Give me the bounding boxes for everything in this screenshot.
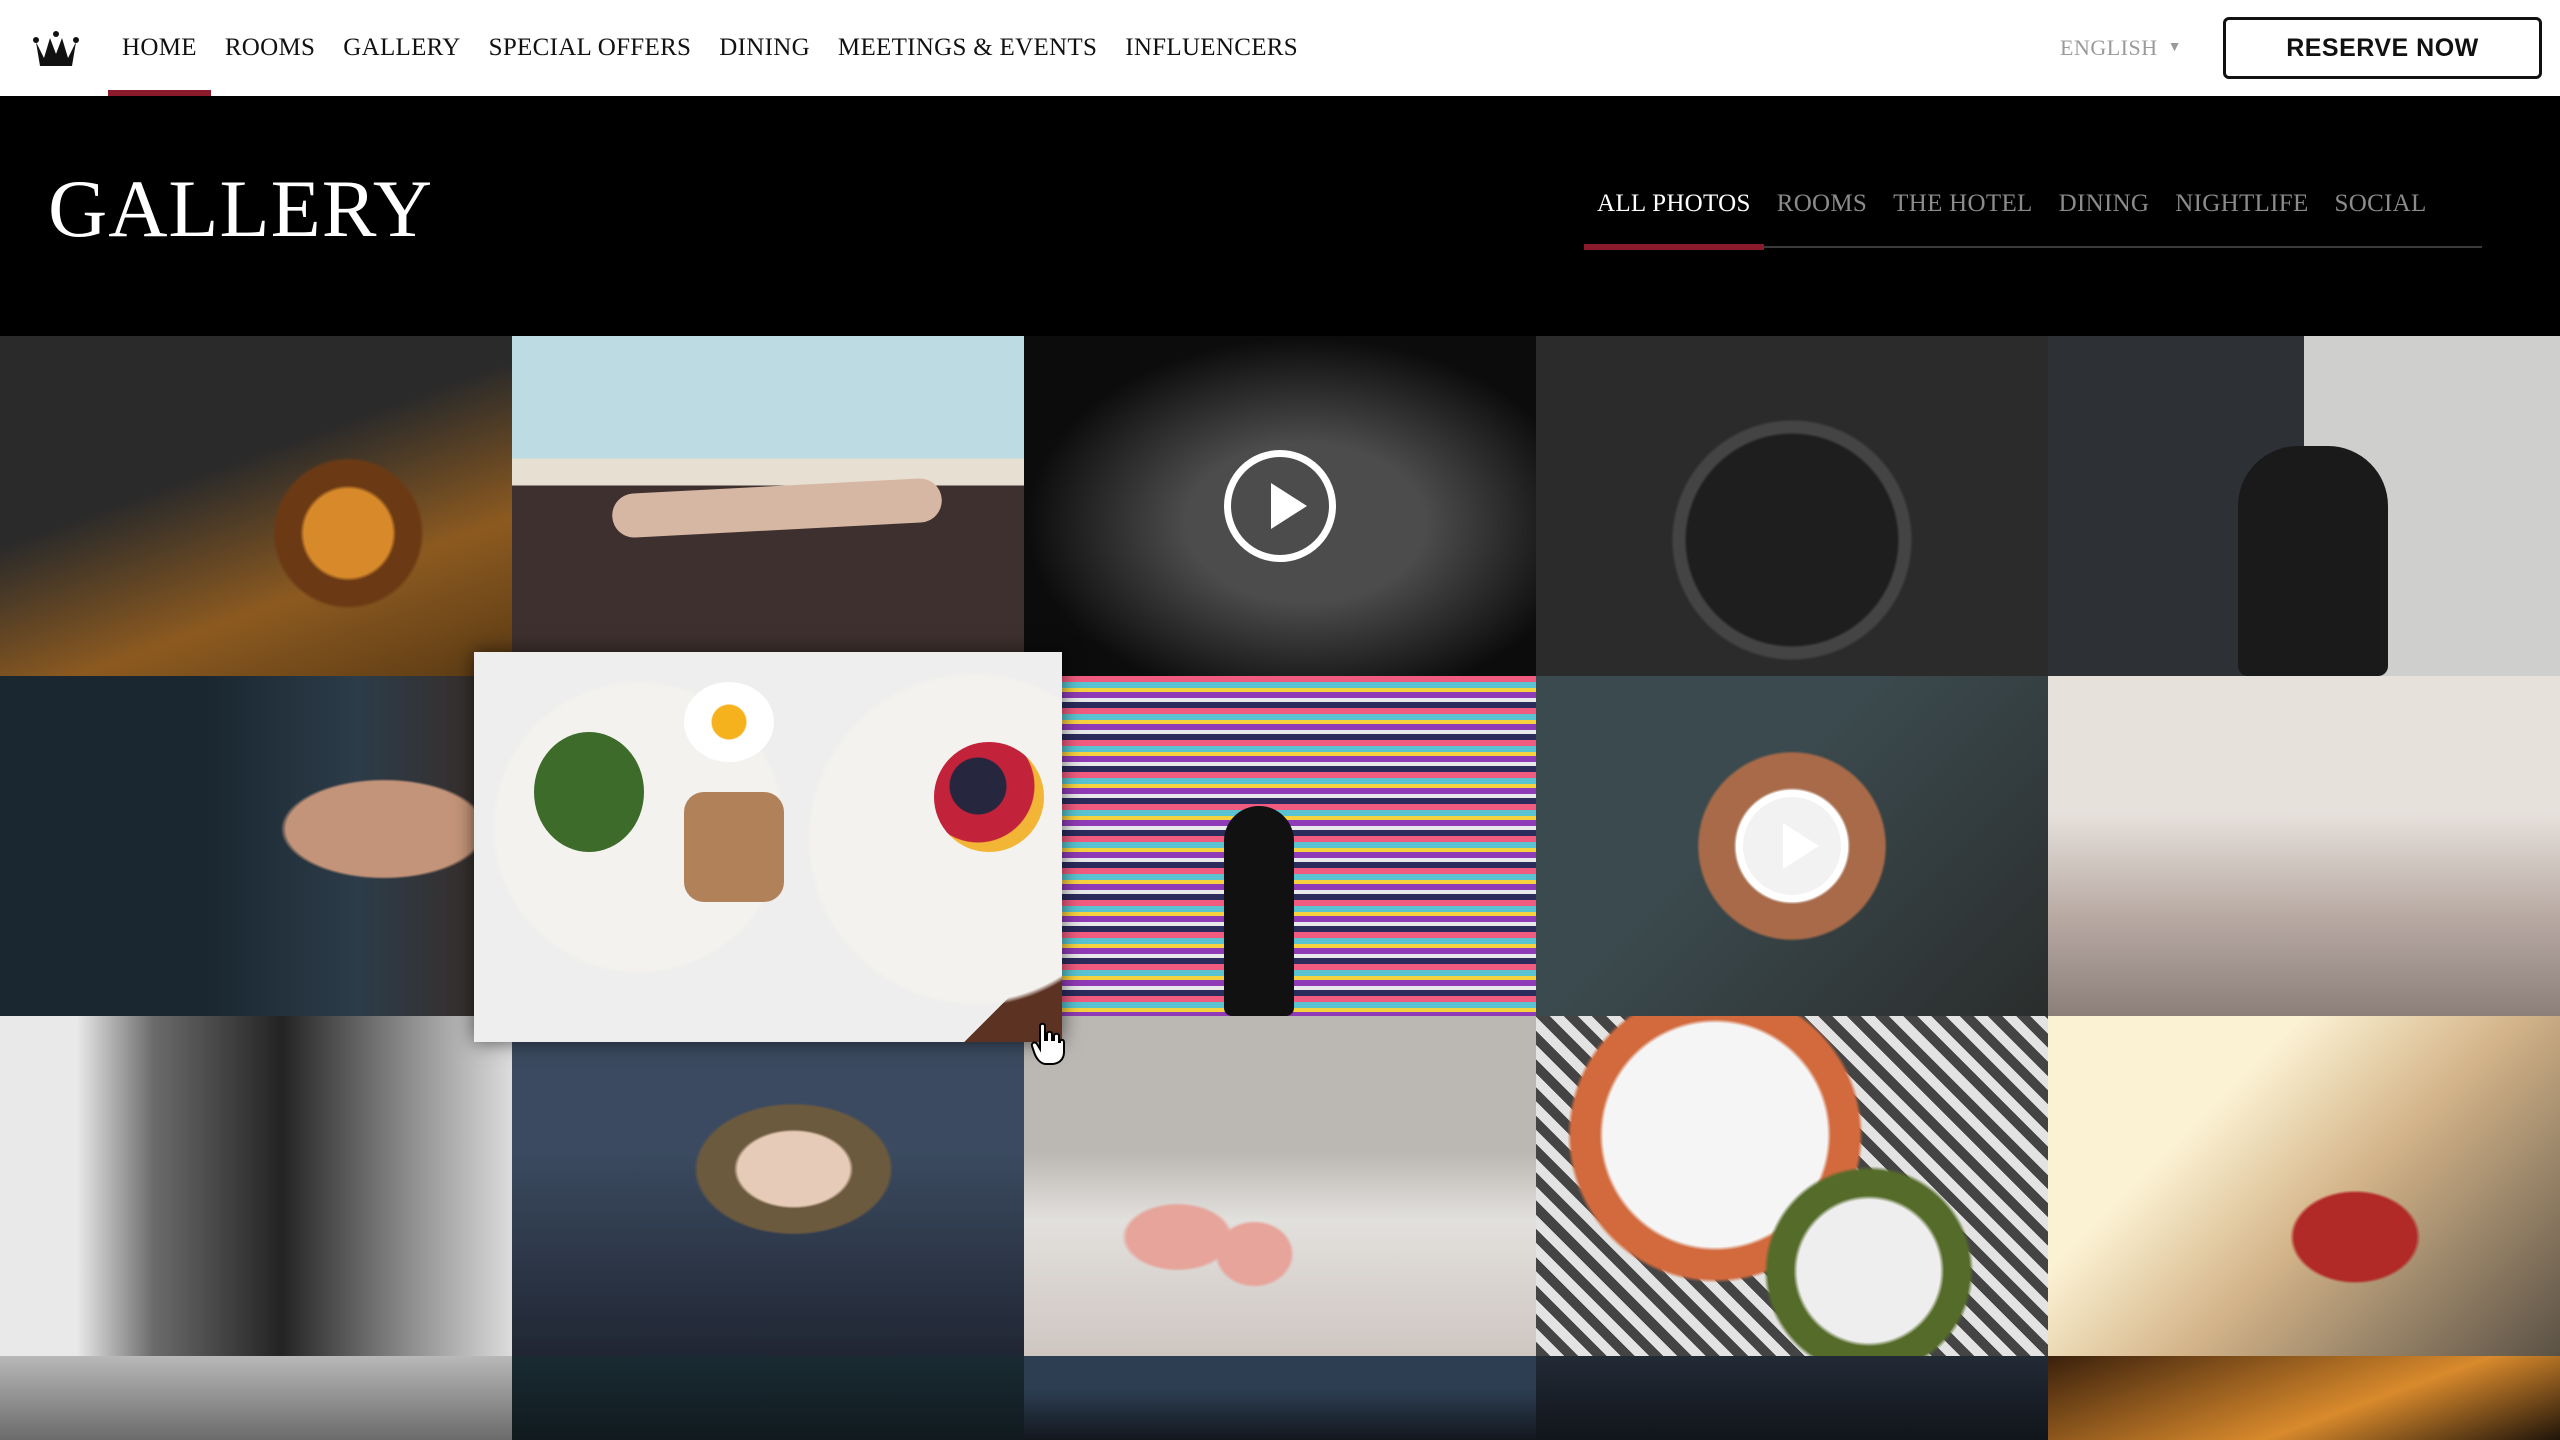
play-icon[interactable]	[1736, 790, 1848, 902]
gallery-tile-cocktails[interactable]	[1024, 1016, 1536, 1356]
caret-down-icon: ▼	[2167, 40, 2182, 55]
gallery-tile-amber-light[interactable]	[2048, 1356, 2560, 1440]
tab-social[interactable]: SOCIAL	[2322, 176, 2440, 248]
reserve-now-button[interactable]: RESERVE NOW	[2223, 17, 2542, 79]
nav-rooms[interactable]: ROOMS	[211, 0, 329, 96]
nav-meetings-events-label: MEETINGS & EVENTS	[837, 34, 1098, 61]
gallery-tile-city-night[interactable]	[1024, 1356, 1536, 1440]
main-menu: HOME ROOMS GALLERY SPECIAL OFFERS DINING…	[108, 0, 1312, 96]
gallery-tile-dessert-video[interactable]	[1536, 676, 2048, 1016]
hand-cursor-icon	[1030, 1022, 1065, 1065]
photo-subject	[934, 742, 1044, 852]
photo-subject	[611, 477, 943, 539]
gallery-tile-tower-night[interactable]	[1536, 1356, 2048, 1440]
gallery-tile-leather-jacket[interactable]	[0, 1016, 512, 1356]
tab-nightlife[interactable]: NIGHTLIFE	[2162, 176, 2321, 248]
top-navigation: HOME ROOMS GALLERY SPECIAL OFFERS DINING…	[0, 0, 2560, 96]
tab-all-photos[interactable]: ALL PHOTOS	[1584, 176, 1764, 250]
gallery-tile-striped-wall[interactable]	[1024, 676, 1536, 1016]
gallery-header: GALLERY ALL PHOTOS ROOMS THE HOTEL DININ…	[0, 96, 2560, 336]
photo-subject	[2238, 446, 2388, 676]
gallery-tile-woman-portrait[interactable]	[0, 676, 512, 1016]
photo-subject	[684, 682, 774, 762]
gallery-tile-magazine[interactable]	[512, 1356, 1024, 1440]
photo-subject	[684, 792, 784, 902]
gallery-tile-chocolate[interactable]	[1536, 336, 2048, 676]
nav-home-label: HOME	[122, 34, 197, 61]
gallery-tile-man-on-pier[interactable]	[2048, 1016, 2560, 1356]
nav-dining-label: DINING	[719, 34, 810, 61]
gallery-tile-fur-coat-model[interactable]	[512, 1016, 1024, 1356]
nav-special-offers-label: SPECIAL OFFERS	[488, 34, 692, 61]
gallery-tile-whiskey-pour[interactable]	[0, 336, 512, 676]
gallery-tile-bed-relaxing[interactable]	[2048, 676, 2560, 1016]
language-selector[interactable]: ENGLISH ▼	[2060, 32, 2182, 64]
nav-gallery[interactable]: GALLERY	[329, 0, 474, 96]
nav-home[interactable]: HOME	[108, 0, 211, 96]
gallery-tile-piano-video[interactable]	[1024, 336, 1536, 676]
page-title: GALLERY	[48, 163, 434, 254]
gallery-tile-breakfast-hovered[interactable]	[474, 652, 1062, 1042]
play-icon[interactable]	[1224, 450, 1336, 562]
tab-the-hotel[interactable]: THE HOTEL	[1880, 176, 2045, 248]
nav-influencers-label: INFLUENCERS	[1125, 34, 1298, 61]
gallery-tile-poolside[interactable]	[512, 336, 1024, 676]
gallery-tile-shoes[interactable]	[0, 1356, 512, 1440]
gallery-tile-man-in-hat[interactable]	[2048, 336, 2560, 676]
nav-special-offers[interactable]: SPECIAL OFFERS	[475, 0, 706, 96]
nav-gallery-label: GALLERY	[343, 34, 461, 61]
gallery-filter-tabs: ALL PHOTOS ROOMS THE HOTEL DINING NIGHTL…	[1584, 176, 2482, 250]
nav-dining[interactable]: DINING	[705, 0, 824, 96]
tab-dining[interactable]: DINING	[2046, 176, 2163, 248]
gallery-tile-seafood[interactable]	[1536, 1016, 2048, 1356]
photo-subject	[1224, 806, 1294, 1016]
nav-meetings-events[interactable]: MEETINGS & EVENTS	[824, 0, 1111, 96]
nav-influencers[interactable]: INFLUENCERS	[1111, 0, 1312, 96]
nav-rooms-label: ROOMS	[224, 34, 316, 61]
tab-rooms[interactable]: ROOMS	[1764, 176, 1880, 248]
language-label: ENGLISH	[2060, 35, 2158, 60]
crown-logo-icon[interactable]	[32, 28, 80, 70]
photo-subject	[534, 732, 644, 852]
